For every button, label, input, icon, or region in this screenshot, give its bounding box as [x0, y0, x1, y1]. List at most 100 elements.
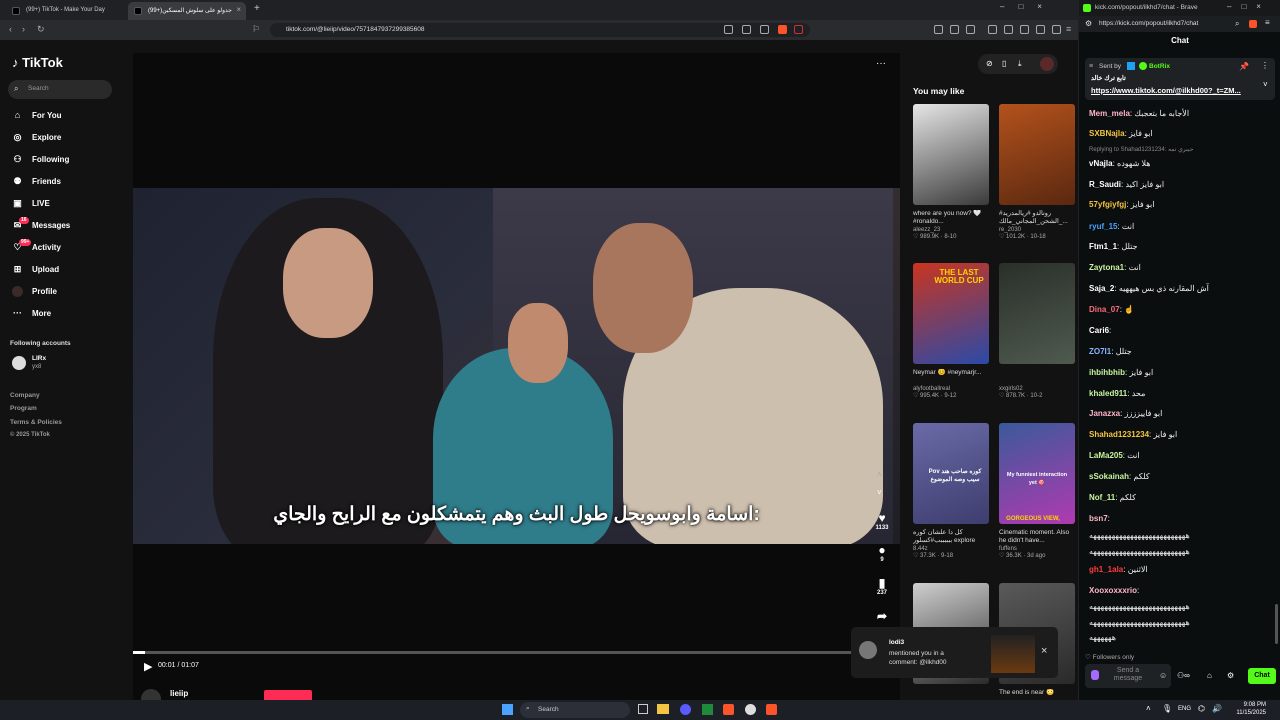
recommendation-thumbnail[interactable]: THE LAST WORLD CUP: [913, 263, 989, 364]
chat-message[interactable]: bsn7:: [1089, 513, 1275, 524]
chat-username[interactable]: vNajla: [1089, 159, 1113, 168]
recommendation-thumbnail[interactable]: My funniest interaction yet 🎯 GORGEOUS VI…: [999, 423, 1075, 524]
share-icon[interactable]: [760, 25, 769, 34]
like-button[interactable]: ♥ 1133: [872, 512, 892, 532]
nav-more[interactable]: ··· More: [10, 306, 51, 322]
recommendation-thumbnail[interactable]: [913, 104, 989, 205]
chat-message[interactable]: Mem_mela: الأجابه ما بتعجبك: [1089, 108, 1275, 119]
comment-button[interactable]: ● 9: [872, 544, 892, 564]
chat-message[interactable]: ههههههههههههههههههههههههههه: [1089, 617, 1275, 628]
translate-icon[interactable]: [724, 25, 733, 34]
recommendation-card[interactable]: My funniest interaction yet 🎯 GORGEOUS VI…: [999, 423, 1075, 578]
tiktok-logo[interactable]: ♪ TikTok: [12, 55, 63, 70]
chat-scrollbar[interactable]: [1275, 604, 1278, 644]
extension-icon[interactable]: [934, 25, 943, 34]
chat-message[interactable]: Ftm1_1: جتلل: [1089, 241, 1275, 252]
window-controls[interactable]: –□×: [1000, 2, 1056, 11]
chat-message[interactable]: R_Saudi: ابو فايز اكيد: [1089, 179, 1275, 190]
forward-icon[interactable]: ›: [22, 24, 25, 34]
recommendation-card[interactable]: xxgirls02 ♡ 878.7K · 10-2: [999, 263, 1075, 418]
more-icon[interactable]: ⋮: [1261, 61, 1269, 70]
scroll-down-icon[interactable]: ˅: [877, 488, 882, 497]
chat-username[interactable]: sSokainah: [1089, 472, 1129, 481]
chat-username[interactable]: Shahad1231234: [1089, 430, 1149, 439]
window-controls[interactable]: –□×: [1227, 2, 1271, 11]
downloads-icon[interactable]: [966, 25, 975, 34]
chat-username[interactable]: Cari6: [1089, 326, 1109, 335]
close-icon[interactable]: ×: [1041, 645, 1047, 657]
chat-username[interactable]: Janazxa: [1089, 409, 1120, 418]
volume-icon[interactable]: 🔊: [1212, 704, 1222, 713]
footer-terms[interactable]: Terms & Policies: [10, 419, 62, 426]
chat-username[interactable]: Zaytona1: [1089, 263, 1124, 272]
task-view-icon[interactable]: [638, 704, 648, 714]
chat-username[interactable]: bsn7: [1089, 514, 1108, 523]
nav-profile[interactable]: Profile: [10, 284, 57, 300]
chat-message[interactable]: ryuf_15: انت: [1089, 221, 1275, 232]
chat-username[interactable]: ryuf_15: [1089, 222, 1117, 231]
menu-icon[interactable]: ≡: [1066, 24, 1071, 34]
excel-icon[interactable]: [702, 704, 713, 715]
chat-message[interactable]: Dina_07: ☝: [1089, 304, 1275, 315]
pinned-message[interactable]: ≡ Sent by BotRix 📌 ⋮ تابع ترك خالد https…: [1085, 58, 1275, 100]
chat-message[interactable]: ههههههههههههههههههههههههههه: [1089, 546, 1275, 557]
follow-button[interactable]: [264, 690, 312, 700]
avatar[interactable]: [1040, 57, 1054, 71]
download-icon[interactable]: ⤓: [1018, 59, 1022, 69]
nav-friends[interactable]: ⚉ Friends: [10, 174, 60, 190]
chat-message[interactable]: Shahad1231234: ابو فايز: [1089, 429, 1275, 440]
following-account-name[interactable]: LIRx: [32, 355, 46, 362]
message-input[interactable]: Send a message ☺: [1085, 664, 1171, 688]
chat-message[interactable]: Xooxoxxxrio:: [1089, 585, 1275, 596]
circle-icon[interactable]: ⊘: [986, 59, 993, 68]
tray-chevron-icon[interactable]: ˄: [1146, 704, 1151, 713]
nav-for-you[interactable]: ⌂ For You: [10, 108, 62, 124]
brave-icon[interactable]: [723, 704, 734, 715]
footer-company[interactable]: Company: [10, 392, 40, 399]
obs-icon[interactable]: [745, 704, 756, 715]
recommendation-card[interactable]: Pov كوره صاحب هند سيب وصه الموضوع كل دا ع…: [913, 423, 989, 578]
menu-icon[interactable]: ≡: [1265, 18, 1270, 27]
brave-shields-icon[interactable]: [778, 25, 787, 34]
save-button[interactable]: ▮ 237: [872, 577, 892, 597]
chat-username[interactable]: gh1_1ala: [1089, 565, 1123, 574]
sidebar-icon[interactable]: [1004, 25, 1013, 34]
chat-username[interactable]: Xooxoxxxrio: [1089, 586, 1137, 595]
leo-icon[interactable]: [1052, 25, 1061, 34]
discord-icon[interactable]: [680, 704, 691, 715]
chevron-down-icon[interactable]: ˅: [1263, 80, 1268, 89]
users-icon[interactable]: ⚇∞: [1177, 671, 1190, 680]
chat-username[interactable]: LaMa205: [1089, 451, 1123, 460]
chat-message[interactable]: SXBNajla: ابو فايز: [1089, 128, 1275, 139]
chat-message[interactable]: ZO7I1: جتلل: [1089, 346, 1275, 357]
chat-message[interactable]: Zaytona1: انت: [1089, 262, 1275, 273]
music-icon[interactable]: [988, 25, 997, 34]
chat-message[interactable]: ههههههههههههههههههههههههههه: [1089, 601, 1275, 612]
wallet-icon[interactable]: [1020, 25, 1029, 34]
kick-url-bar[interactable]: ⚙ https://kick.com/popout/ilkhd7/chat ⌕ …: [1079, 16, 1280, 32]
settings-icon[interactable]: ⚙: [1227, 671, 1234, 680]
chat-message[interactable]: Saja_2: آش المقارنه ذي بس هيههيه: [1089, 283, 1275, 294]
more-options-icon[interactable]: ···: [876, 58, 886, 69]
store-icon[interactable]: ⌂: [1207, 671, 1212, 680]
chat-username[interactable]: Ftm1_1: [1089, 242, 1117, 251]
chat-username[interactable]: ZO7I1: [1089, 347, 1111, 356]
pin-toggle-icon[interactable]: 📌: [1239, 62, 1249, 71]
chat-message[interactable]: ههههههه: [1089, 632, 1275, 643]
new-tab-button[interactable]: +: [254, 3, 260, 14]
extensions-icon[interactable]: [950, 25, 959, 34]
chat-message[interactable]: 57yfgiyfgj: ابو فايز: [1089, 199, 1275, 210]
search-input[interactable]: ⌕ Search: [8, 80, 112, 99]
close-tab-icon[interactable]: ×: [236, 5, 241, 14]
mic-icon[interactable]: 🎙: [1162, 704, 1172, 713]
recommendation-card[interactable]: THE LAST WORLD CUP Neymar 😊 #neymarjr... a…: [913, 263, 989, 418]
chat-message[interactable]: Cari6:: [1089, 325, 1275, 336]
footer-program[interactable]: Program: [10, 405, 37, 412]
chat-message[interactable]: Janazxa: ابو فاييزززز: [1089, 408, 1275, 419]
share-button[interactable]: ➦: [872, 610, 892, 623]
recommendation-thumbnail[interactable]: [999, 263, 1075, 364]
nav-live[interactable]: ▣ LIVE: [10, 196, 50, 212]
bookmark-icon[interactable]: ⚐: [252, 24, 260, 35]
chat-message[interactable]: gh1_1ala: الاثنين: [1089, 564, 1275, 575]
chat-username[interactable]: Dina_07: [1089, 305, 1120, 314]
